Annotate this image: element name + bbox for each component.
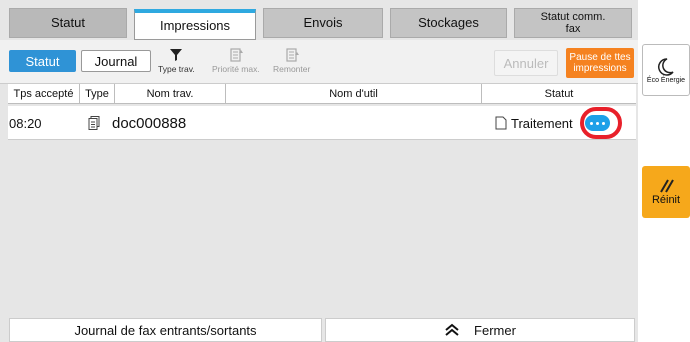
- tab-statut[interactable]: Statut: [9, 8, 127, 38]
- priorite-max-label: Priorité max.: [212, 64, 260, 74]
- table-row[interactable]: 08:20 doc000888 Traitement: [8, 106, 636, 140]
- type-trav-label: Type trav.: [158, 64, 195, 74]
- eco-energie-label: Éco Énergie: [646, 76, 686, 84]
- tab-statut-comm-fax[interactable]: Statut comm. fax: [514, 8, 632, 38]
- statut-button[interactable]: Statut: [9, 50, 76, 72]
- table-header: Tps accepté Type Nom trav. Nom d'util St…: [8, 84, 636, 104]
- tab-stockages[interactable]: Stockages: [390, 8, 507, 38]
- pause-all-button[interactable]: Pause de ttes impressions: [566, 48, 634, 78]
- tab-impressions[interactable]: Impressions: [134, 9, 256, 40]
- column-header-type[interactable]: Type: [80, 84, 115, 104]
- tab-statut-label: Statut: [51, 15, 85, 30]
- tab-impressions-label: Impressions: [159, 18, 231, 33]
- eco-energie-button[interactable]: Éco Énergie: [642, 44, 690, 96]
- toolbar: Statut Journal Type trav. Priorité max. …: [0, 40, 638, 84]
- column-header-statut[interactable]: Statut: [482, 84, 636, 104]
- remonter-label: Remonter: [273, 64, 311, 74]
- job-status: Traitement: [511, 115, 573, 131]
- pause-label-2: impressions: [573, 63, 627, 74]
- tab-fax-label-2: fax: [565, 23, 581, 35]
- row-checkbox[interactable]: [495, 106, 507, 140]
- job-status-panel: Statut Impressions Envois Stockages Stat…: [0, 0, 638, 342]
- job-time: 08:20: [9, 115, 42, 131]
- journal-fax-button[interactable]: Journal de fax entrants/sortants: [9, 318, 322, 342]
- moon-icon: [658, 57, 674, 76]
- fermer-button[interactable]: Fermer: [325, 318, 635, 342]
- priority-icon: [230, 48, 243, 62]
- tab-fax-label-1: Statut comm.: [540, 11, 606, 23]
- move-up-icon: [286, 48, 299, 62]
- double-chevron-up-icon: [445, 323, 459, 336]
- fermer-label: Fermer: [474, 322, 516, 338]
- reset-icon: [660, 179, 674, 193]
- annuler-button[interactable]: Annuler: [494, 50, 558, 76]
- reinit-button[interactable]: Réinit: [642, 166, 690, 218]
- tab-envois[interactable]: Envois: [263, 8, 383, 38]
- remonter-button[interactable]: Remonter: [273, 48, 310, 74]
- highlight-circle: [580, 107, 622, 139]
- tab-stockages-label: Stockages: [418, 15, 479, 30]
- column-header-nom-trav[interactable]: Nom trav.: [115, 84, 226, 104]
- filter-icon: [170, 49, 183, 61]
- priorite-max-button[interactable]: Priorité max.: [212, 48, 260, 74]
- column-header-nom-util[interactable]: Nom d'util: [226, 84, 482, 104]
- reinit-label: Réinit: [651, 194, 681, 206]
- type-trav-filter-button[interactable]: Type trav.: [158, 48, 195, 74]
- pause-label-1: Pause de ttes: [569, 52, 631, 63]
- journal-button[interactable]: Journal: [81, 50, 151, 72]
- tab-envois-label: Envois: [303, 15, 343, 30]
- column-header-tps-accepte[interactable]: Tps accepté: [8, 84, 80, 104]
- job-name: doc000888: [112, 114, 187, 132]
- document-icon: [88, 106, 100, 140]
